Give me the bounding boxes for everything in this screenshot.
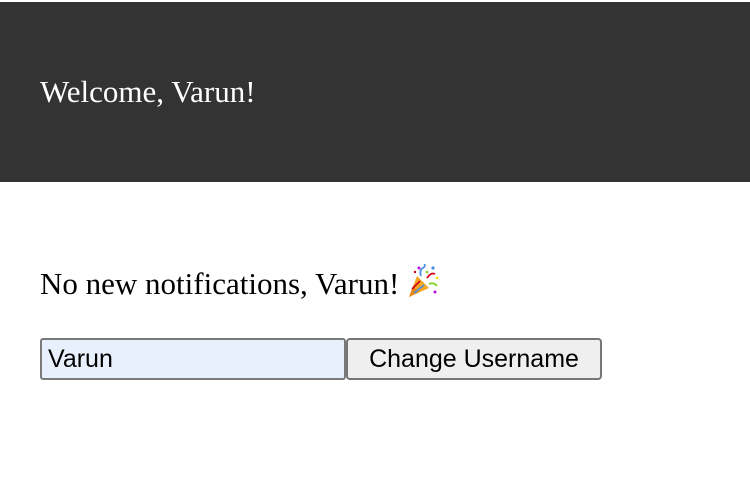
header-bar: Welcome, Varun! bbox=[0, 2, 750, 182]
username-input[interactable] bbox=[40, 338, 346, 380]
change-username-button[interactable]: Change Username bbox=[346, 338, 602, 380]
username-form: Change Username bbox=[40, 338, 602, 380]
notifications-message-row: No new notifications, Varun! bbox=[40, 262, 439, 306]
welcome-heading: Welcome, Varun! bbox=[40, 74, 256, 109]
notifications-message: No new notifications, Varun! bbox=[40, 266, 400, 301]
party-popper-icon bbox=[407, 262, 439, 298]
